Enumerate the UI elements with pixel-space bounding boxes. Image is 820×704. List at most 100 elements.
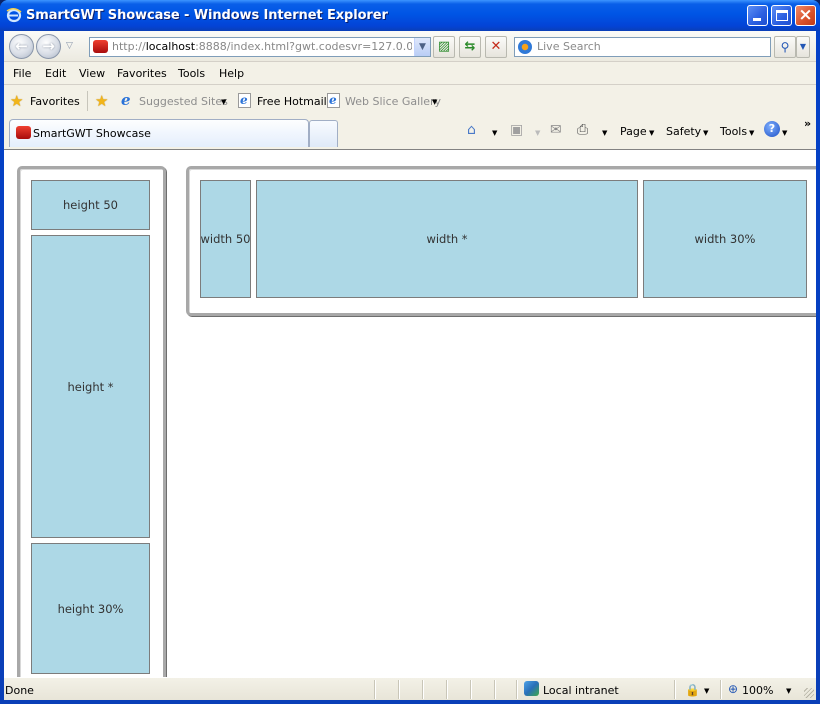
home-icon[interactable]: ⌂: [467, 122, 476, 138]
chevron-down-icon: ▼: [703, 129, 709, 137]
status-divider: [374, 680, 375, 699]
chevron-down-icon: ▼: [749, 129, 755, 137]
status-text: Done: [5, 684, 34, 697]
status-divider: [516, 680, 517, 699]
zoom-icon[interactable]: ⊕: [728, 682, 738, 696]
ie-logo-icon: [6, 8, 22, 23]
chevron-down-icon: ▼: [221, 98, 227, 106]
chevron-down-icon: ▼: [432, 98, 438, 106]
menu-view[interactable]: View: [79, 67, 105, 80]
resize-grip[interactable]: [804, 688, 814, 698]
address-bar[interactable]: http://localhost:8888/index.html?gwt.cod…: [89, 37, 431, 57]
close-button[interactable]: ×: [795, 5, 816, 26]
refresh-icon: ⇆: [464, 39, 476, 54]
layout-member-width-star: width *: [256, 180, 638, 298]
site-favicon-icon: [93, 40, 108, 53]
zoom-dropdown-icon[interactable]: ▼: [786, 687, 791, 695]
status-divider: [398, 680, 399, 699]
compatibility-view-icon: ▨: [437, 39, 451, 54]
stop-icon: ✕: [490, 39, 502, 54]
url-prefix: http://: [112, 40, 146, 53]
search-button[interactable]: ⚲: [774, 36, 796, 58]
tab-smartgwt-showcase[interactable]: SmartGWT Showcase: [9, 119, 309, 147]
menu-favorites[interactable]: Favorites: [117, 67, 167, 80]
site-favicon-icon: [16, 126, 31, 139]
status-divider: [446, 680, 447, 699]
menu-tools[interactable]: Tools: [178, 67, 205, 80]
minimize-button[interactable]: [747, 5, 768, 26]
status-divider: [674, 680, 675, 699]
favorite-label: Free Hotmail: [257, 95, 327, 108]
status-divider: [720, 680, 721, 699]
search-options-button[interactable]: ▼: [796, 36, 810, 58]
horizontal-layout: width 50 width * width 30%: [186, 166, 816, 316]
print-icon[interactable]: ⎙: [577, 122, 588, 138]
url-host: localhost: [145, 40, 196, 53]
home-dropdown-icon[interactable]: ▼: [492, 129, 497, 137]
status-bar: Done Local intranet 🔒 ▼ ⊕ 100% ▼: [4, 677, 816, 700]
maximize-icon: [776, 10, 788, 21]
address-dropdown-button[interactable]: ▼: [414, 38, 430, 56]
read-mail-icon[interactable]: ✉: [550, 122, 562, 138]
layout-member-height-30pct: height 30%: [31, 543, 150, 674]
back-arrow-icon: ←: [15, 37, 28, 55]
feeds-icon[interactable]: ▣: [510, 122, 523, 138]
status-divider: [470, 680, 471, 699]
favorite-label: Web Slice Gallery: [345, 95, 442, 108]
vertical-layout: height 50 height * height 30%: [17, 166, 166, 677]
address-url[interactable]: http://localhost:8888/index.html?gwt.cod…: [112, 40, 412, 53]
stop-button[interactable]: ✕: [485, 36, 507, 58]
browser-window: SmartGWT Showcase - Windows Internet Exp…: [0, 0, 820, 704]
tab-label: SmartGWT Showcase: [33, 127, 151, 140]
tab-row: SmartGWT Showcase ⌂ ▼ ▣ ▼ ✉ ⎙ ▼ Page ▼ S…: [4, 117, 816, 149]
layout-member-width-50: width 50: [200, 180, 251, 298]
layout-member-height-50: height 50: [31, 180, 150, 230]
layout-member-height-star: height *: [31, 235, 150, 538]
ie-page-icon: e: [238, 93, 251, 108]
favorites-star-icon: ★: [10, 92, 24, 110]
back-button[interactable]: ←: [9, 34, 34, 59]
protected-mode-icon[interactable]: 🔒: [685, 683, 700, 697]
favorites-bar: ★ Favorites ★ e Suggested Sites ▼ e Free…: [4, 86, 816, 116]
toolbar-overflow-button[interactable]: »: [804, 117, 811, 130]
title-bar: SmartGWT Showcase - Windows Internet Exp…: [0, 0, 820, 31]
favorites-label: Favorites: [30, 95, 80, 108]
local-intranet-icon: [524, 681, 539, 696]
favorites-separator: [87, 91, 88, 111]
window-title: SmartGWT Showcase - Windows Internet Exp…: [26, 8, 388, 23]
security-zone-label[interactable]: Local intranet: [543, 684, 619, 697]
menu-bar: File Edit View Favorites Tools Help: [4, 63, 816, 85]
status-divider: [422, 680, 423, 699]
search-placeholder: Live Search: [537, 40, 601, 53]
search-input[interactable]: Live Search: [514, 37, 771, 57]
add-to-favorites-bar-icon[interactable]: ★: [95, 92, 108, 110]
menu-file[interactable]: File: [13, 67, 31, 80]
zoom-level[interactable]: 100%: [742, 684, 773, 697]
forward-button[interactable]: →: [36, 34, 61, 59]
print-dropdown-icon[interactable]: ▼: [602, 129, 607, 137]
page-content: height 50 height * height 30% width 50 w…: [4, 149, 816, 677]
status-divider: [494, 680, 495, 699]
chevron-down-icon[interactable]: ▼: [704, 687, 709, 695]
help-icon: ?: [764, 121, 780, 137]
menu-help[interactable]: Help: [219, 67, 244, 80]
ie-page-icon: e: [327, 93, 340, 108]
recent-pages-dropdown[interactable]: ▽: [66, 41, 73, 51]
layout-member-width-30pct: width 30%: [643, 180, 807, 298]
page-menu-label: Page: [620, 125, 647, 138]
minimize-icon: [753, 18, 761, 21]
chevron-down-icon: ▼: [799, 42, 807, 51]
navigation-bar: ← → ▽ http://localhost:8888/index.html?g…: [4, 31, 816, 62]
chevron-down-icon: ▼: [782, 129, 788, 137]
maximize-button[interactable]: [771, 5, 792, 26]
ie-logo-icon: e: [121, 91, 131, 109]
forward-arrow-icon: →: [42, 37, 55, 55]
new-tab-button[interactable]: [309, 120, 338, 147]
compatibility-view-button[interactable]: ▨: [433, 36, 455, 58]
refresh-button[interactable]: ⇆: [459, 36, 481, 58]
menu-edit[interactable]: Edit: [45, 67, 66, 80]
browser-chrome: ← → ▽ http://localhost:8888/index.html?g…: [4, 31, 816, 149]
magnifier-icon: ⚲: [780, 40, 790, 54]
close-icon: ×: [798, 5, 813, 25]
tools-menu-label: Tools: [720, 125, 748, 138]
